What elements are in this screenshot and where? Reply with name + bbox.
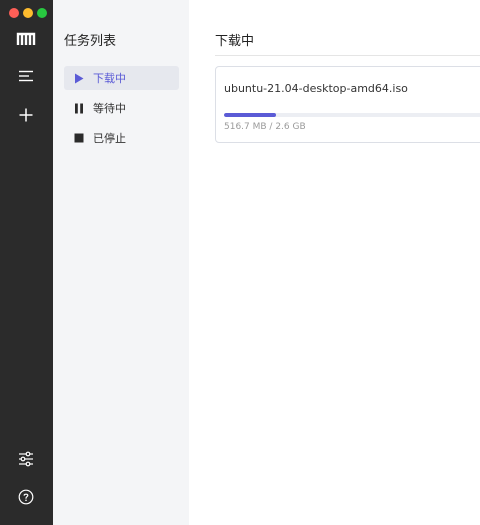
- progress-fill: [224, 113, 276, 117]
- task-file-name: ubuntu-21.04-desktop-amd64.iso: [224, 82, 408, 95]
- page-title: 下载中: [215, 34, 255, 49]
- task-size-text: 516.7 MB / 2.6 GB: [224, 122, 306, 132]
- task-list-sidebar: 任务列表 下载中 等待中 已停止: [53, 0, 189, 525]
- logo-icon[interactable]: [11, 24, 41, 54]
- nav-item-stopped[interactable]: 已停止: [64, 126, 179, 150]
- nav-item-label: 已停止: [93, 132, 126, 145]
- help-icon[interactable]: [11, 482, 41, 512]
- nav-item-active[interactable]: 下载中: [64, 66, 179, 90]
- nav-item-label: 下载中: [93, 72, 126, 85]
- stop-icon: [73, 132, 85, 144]
- app-window: 任务列表 下载中 等待中 已停止 下载中 ubuntu-21.04-deskto…: [0, 0, 480, 525]
- close-window-button[interactable]: [9, 8, 19, 18]
- pause-icon: [73, 102, 85, 114]
- minimize-window-button[interactable]: [23, 8, 33, 18]
- zoom-window-button[interactable]: [37, 8, 47, 18]
- sidebar-title: 任务列表: [64, 34, 117, 49]
- nav-item-label: 等待中: [93, 102, 126, 115]
- plus-icon[interactable]: [11, 100, 41, 130]
- list-icon[interactable]: [11, 61, 41, 91]
- main-panel: 下载中 ubuntu-21.04-desktop-amd64.iso 516.7…: [189, 0, 480, 525]
- play-icon: [73, 72, 85, 84]
- task-item[interactable]: ubuntu-21.04-desktop-amd64.iso 516.7 MB …: [215, 66, 480, 143]
- title-divider: [215, 55, 480, 56]
- progress-bar: [224, 113, 480, 117]
- icon-rail: [0, 0, 53, 525]
- nav-item-waiting[interactable]: 等待中: [64, 96, 179, 120]
- sliders-icon[interactable]: [11, 444, 41, 474]
